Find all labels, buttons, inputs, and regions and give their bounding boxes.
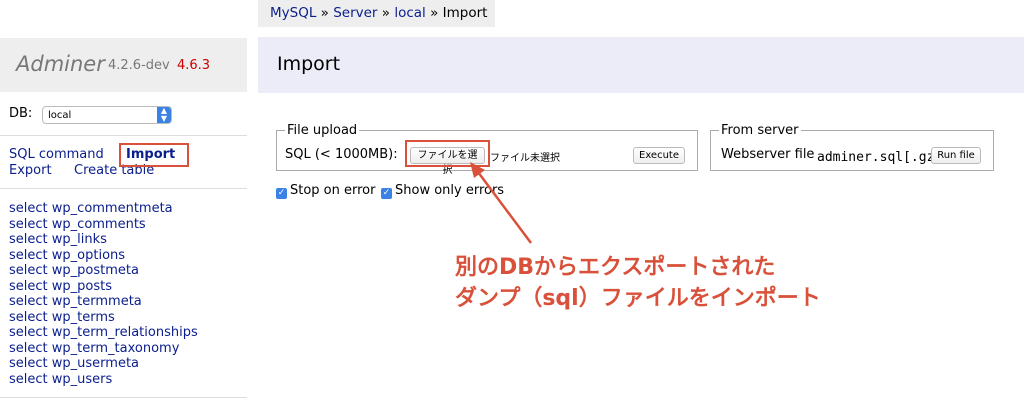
annotation-text: 別のDBからエクスポートされた ダンプ（sql）ファイルをインポート <box>455 252 821 314</box>
annotation-line-2: ダンプ（sql）ファイルをインポート <box>455 286 821 311</box>
annotation-arrow-icon <box>470 162 533 244</box>
annotation-line-1: 別のDBからエクスポートされた <box>455 255 776 280</box>
